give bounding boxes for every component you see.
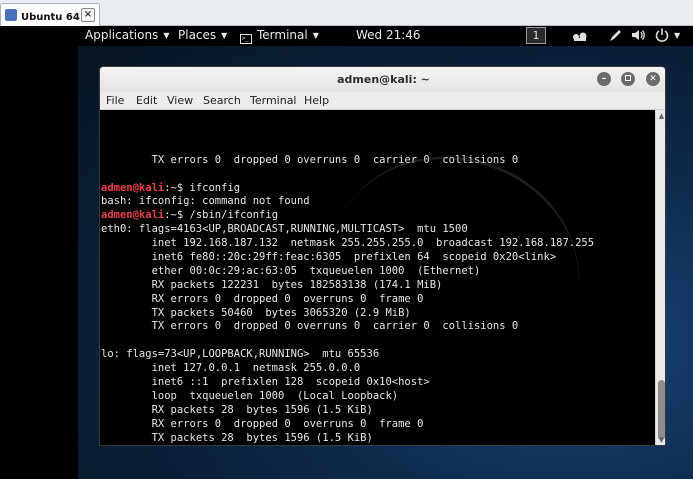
terminal-app-menu[interactable]: >_ Terminal ▼ — [240, 28, 319, 44]
pen-icon[interactable] — [608, 27, 624, 46]
gnome-top-bar: Applications ▼ Places ▼ >_ Terminal ▼ Wed 21… — [78, 26, 693, 46]
output-line: inet 127.0.0.1 netmask 255.0.0.0 — [101, 362, 361, 375]
prompt-suffix: :~$ — [164, 209, 190, 222]
menu-file[interactable]: File — [106, 94, 124, 107]
scroll-up-icon[interactable]: ▲ — [657, 112, 665, 120]
output-line: TX packets 28 bytes 1596 (1.5 KiB) — [101, 431, 373, 444]
chevron-down-icon: ▼ — [221, 31, 228, 40]
vm-tab-bar: Ubuntu 64 位 × — [0, 0, 693, 26]
window-title: admen@kali: ~ — [337, 73, 430, 86]
menu-bar: File Edit View Search Terminal Help — [100, 92, 665, 110]
applications-label: Applications — [85, 28, 159, 42]
maximize-icon — [625, 75, 631, 81]
close-button[interactable]: ✕ — [646, 72, 660, 86]
menu-help[interactable]: Help — [304, 94, 329, 107]
places-menu[interactable]: Places ▼ — [178, 28, 227, 42]
vm-left-panel — [0, 26, 78, 479]
minimize-icon: – — [601, 74, 607, 84]
workspace-indicator[interactable]: 1 — [526, 27, 546, 44]
power-icon[interactable] — [654, 27, 670, 46]
menu-view[interactable]: View — [167, 94, 193, 107]
places-label: Places — [178, 28, 217, 42]
chevron-down-icon: ▼ — [163, 31, 170, 40]
scroll-down-icon[interactable]: ▼ — [657, 436, 665, 444]
menu-terminal[interactable]: Terminal — [250, 94, 297, 107]
vm-icon — [5, 9, 17, 21]
prompt-user: admen@kali — [101, 181, 165, 194]
terminal-output[interactable]: TX errors 0 dropped 0 overruns 0 carrier… — [100, 110, 655, 446]
chevron-down-icon[interactable]: ▼ — [674, 31, 680, 40]
clock[interactable]: Wed 21:46 — [356, 28, 421, 42]
output-line: RX errors 0 dropped 0 overruns 0 frame 0 — [101, 417, 424, 430]
volume-icon[interactable] — [630, 27, 646, 46]
network-icon[interactable] — [572, 27, 588, 46]
output-line: inet6 ::1 prefixlen 128 scopeid 0x10<hos… — [101, 375, 430, 388]
terminal-scrollbar[interactable]: ▲ ▼ — [655, 110, 665, 445]
scrollbar-thumb[interactable] — [658, 380, 665, 440]
chevron-down-icon: ▼ — [312, 31, 319, 40]
prompt-suffix: :~$ — [164, 181, 190, 194]
close-icon[interactable]: × — [81, 8, 95, 22]
prompt-user: admen@kali — [101, 209, 165, 222]
menu-edit[interactable]: Edit — [136, 94, 157, 107]
applications-menu[interactable]: Applications ▼ — [85, 28, 169, 42]
window-titlebar[interactable]: admen@kali: ~ – ✕ — [100, 67, 665, 92]
output-line: loop txqueuelen 1000 (Local Loopback) — [101, 389, 399, 402]
menu-search[interactable]: Search — [203, 94, 241, 107]
minimize-button[interactable]: – — [597, 72, 611, 86]
output-line: TX errors 0 dropped 0 overruns 0 carrier… — [101, 445, 655, 446]
vm-tab-ubuntu[interactable]: Ubuntu 64 位 × — [0, 3, 100, 26]
output-line: RX packets 28 bytes 1596 (1.5 KiB) — [101, 403, 373, 416]
command-text: ifconfig — [189, 181, 241, 194]
output-line: TX errors 0 dropped 0 overruns 0 carrier… — [101, 153, 519, 166]
terminal-icon: >_ — [240, 34, 252, 44]
terminal-label: Terminal — [257, 28, 308, 42]
terminal-window: admen@kali: ~ – ✕ File Edit View Search … — [99, 66, 666, 446]
maximize-button[interactable] — [621, 72, 635, 86]
close-icon: ✕ — [649, 74, 657, 84]
command-text: /sbin/ifconfig — [189, 209, 279, 222]
